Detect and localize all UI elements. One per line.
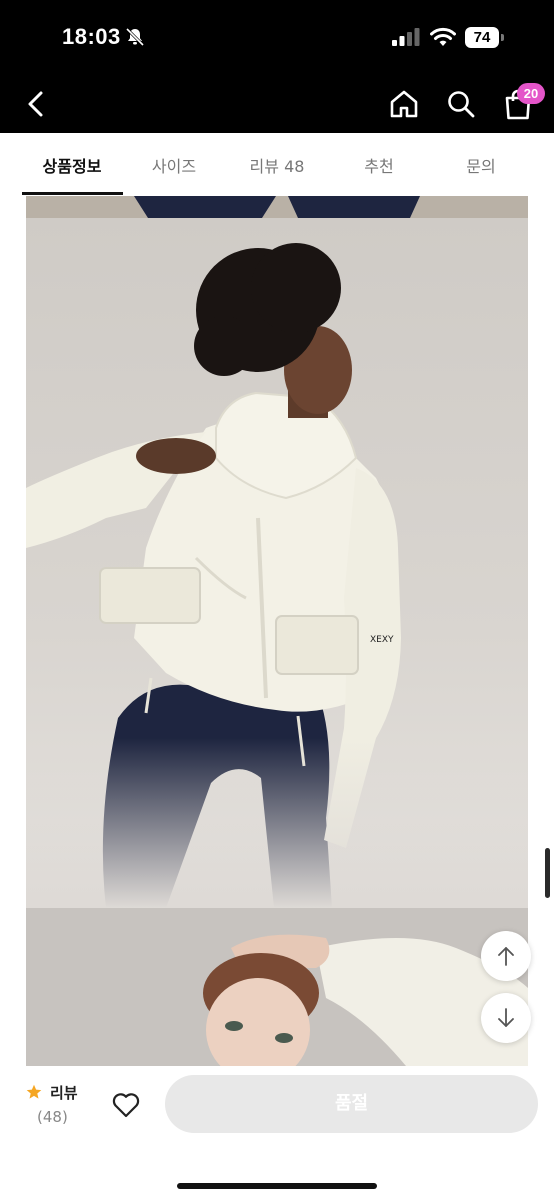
status-bar: 18:03 74 — [0, 0, 554, 74]
sold-out-button[interactable]: 품절 — [165, 1075, 538, 1133]
cellular-signal-icon — [392, 28, 420, 46]
status-time: 18:03 — [62, 24, 121, 49]
tab-product-info[interactable]: 상품정보 — [22, 153, 122, 177]
scroll-to-bottom-button[interactable] — [481, 993, 531, 1043]
previous-image-legs — [134, 196, 420, 218]
arrow-up-icon — [498, 947, 514, 966]
product-image-model-jacket: XEXY — [26, 218, 528, 908]
review-count[interactable]: (48) — [37, 1108, 68, 1126]
model-illustration: XEXY — [26, 243, 528, 908]
tab-reviews[interactable]: 리뷰 48 — [227, 153, 327, 177]
star-icon — [26, 1084, 42, 1099]
closeup-illustration — [203, 934, 528, 1066]
battery-nub — [501, 34, 504, 41]
back-arrow-icon[interactable] — [22, 90, 50, 118]
product-detail-content[interactable]: XEXY — [0, 196, 554, 1066]
tab-inquiry[interactable]: 문의 — [431, 153, 531, 177]
search-icon[interactable] — [446, 89, 476, 119]
product-tabs: 상품정보 사이즈 리뷰 48 추천 문의 — [0, 133, 554, 197]
product-image-previous — [26, 196, 528, 218]
arrow-down-icon — [498, 1008, 514, 1027]
tab-recommend[interactable]: 추천 — [329, 153, 429, 177]
battery-indicator: 74 — [465, 27, 505, 48]
wifi-icon — [430, 27, 456, 46]
scroll-to-top-button[interactable] — [481, 931, 531, 981]
heart-icon[interactable] — [111, 1090, 141, 1118]
home-icon[interactable] — [389, 89, 419, 119]
tab-size[interactable]: 사이즈 — [124, 153, 224, 177]
purchase-bar: 리뷰 (48) 품절 — [0, 1066, 554, 1200]
active-tab-indicator — [22, 192, 123, 195]
sleeve-logo: XEXY — [370, 635, 394, 645]
home-indicator — [177, 1183, 377, 1189]
review-label[interactable]: 리뷰 — [50, 1082, 78, 1103]
app-header — [0, 74, 554, 133]
bell-muted-icon — [125, 27, 145, 47]
battery-level: 74 — [465, 27, 499, 48]
scrollbar-thumb[interactable] — [545, 848, 550, 898]
cart-count-badge: 20 — [517, 83, 545, 104]
product-image-closeup — [26, 908, 528, 1066]
